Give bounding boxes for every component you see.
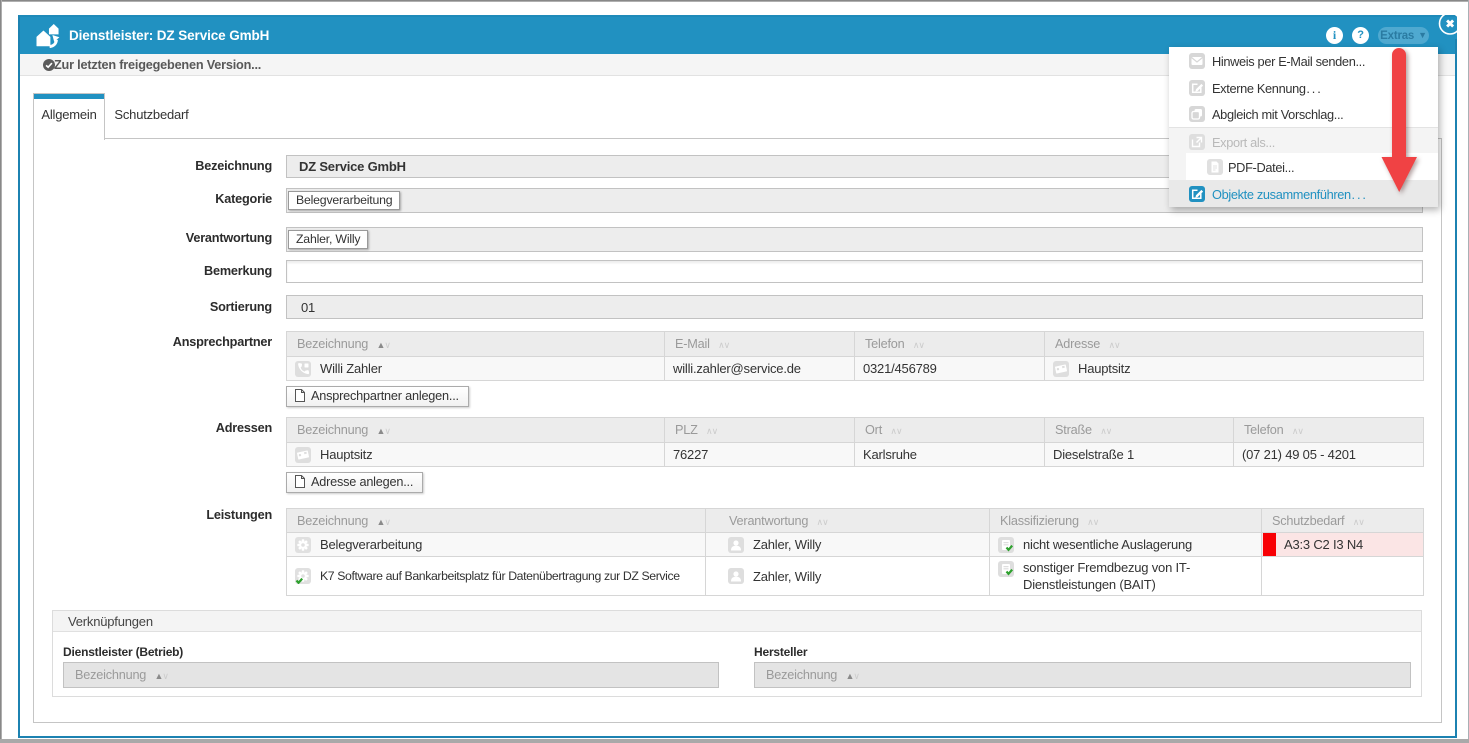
svg-text:✖: ✖ — [1445, 19, 1454, 31]
